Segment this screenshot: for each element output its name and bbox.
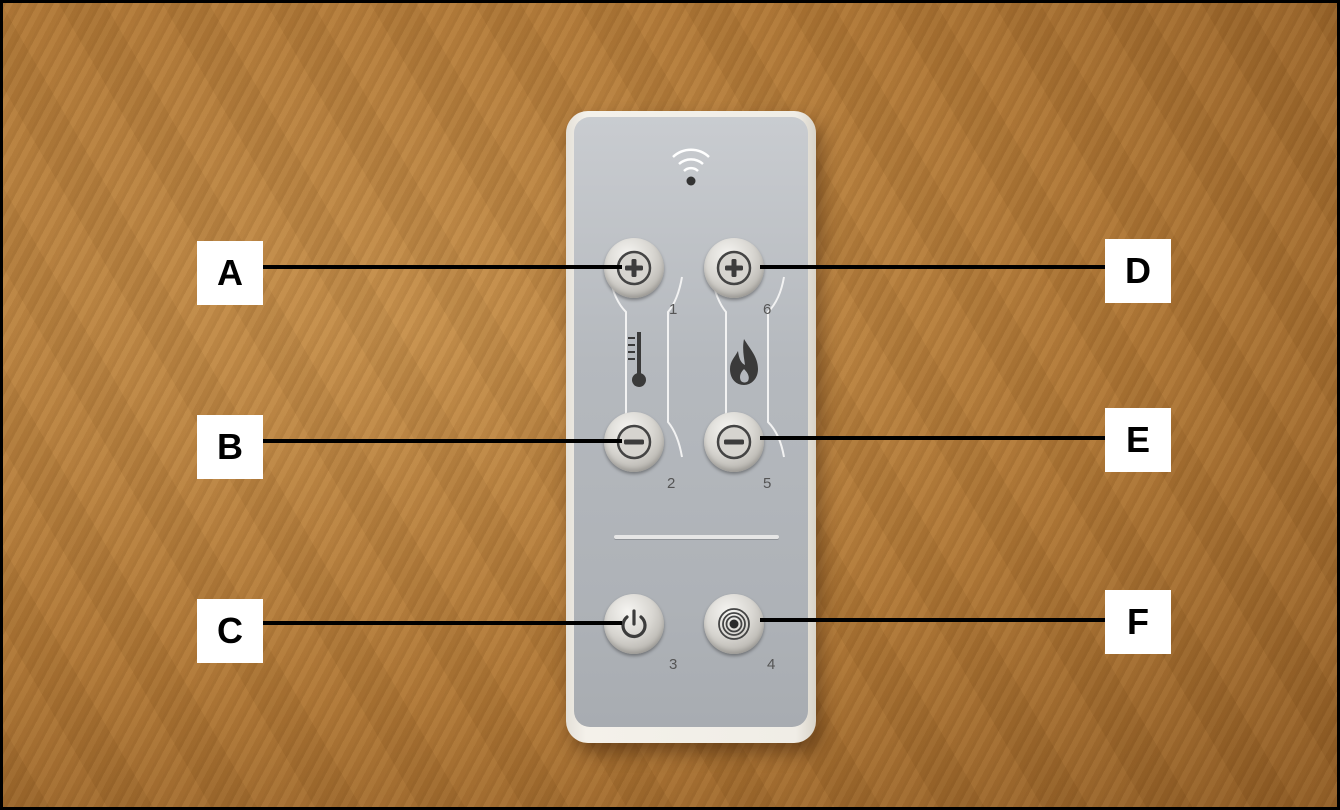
concentric-circles-icon [718,608,750,640]
button-number-1: 1 [669,301,678,318]
leader-line-a [262,265,622,269]
wireless-signal-icon [672,148,710,186]
leader-line-f [760,618,1106,622]
flame-up-button[interactable] [704,238,764,298]
leader-line-b [262,439,622,443]
label-a: A [197,241,263,305]
photo-frame: 1 6 2 5 3 4 A B C D E F [0,0,1340,810]
label-f: F [1105,590,1171,654]
button-number-4: 4 [767,656,776,673]
minus-icon [716,424,752,460]
button-number-5: 5 [763,475,772,492]
flame-icon [730,339,758,385]
thermostat-button[interactable] [704,594,764,654]
temperature-group-outline [609,276,683,458]
leader-line-e [760,436,1106,440]
flame-group-outline [711,276,785,458]
button-number-6: 6 [763,301,772,318]
flame-down-button[interactable] [704,412,764,472]
label-b: B [197,415,263,479]
label-e: E [1105,408,1171,472]
label-d: D [1105,239,1171,303]
label-c: C [197,599,263,663]
leader-line-c [262,621,622,625]
remote-divider [614,535,779,539]
thermometer-icon [628,332,646,387]
button-number-2: 2 [667,475,676,492]
leader-line-d [760,265,1106,269]
button-number-3: 3 [669,656,678,673]
plus-icon [716,250,752,286]
remote-control [566,111,816,743]
